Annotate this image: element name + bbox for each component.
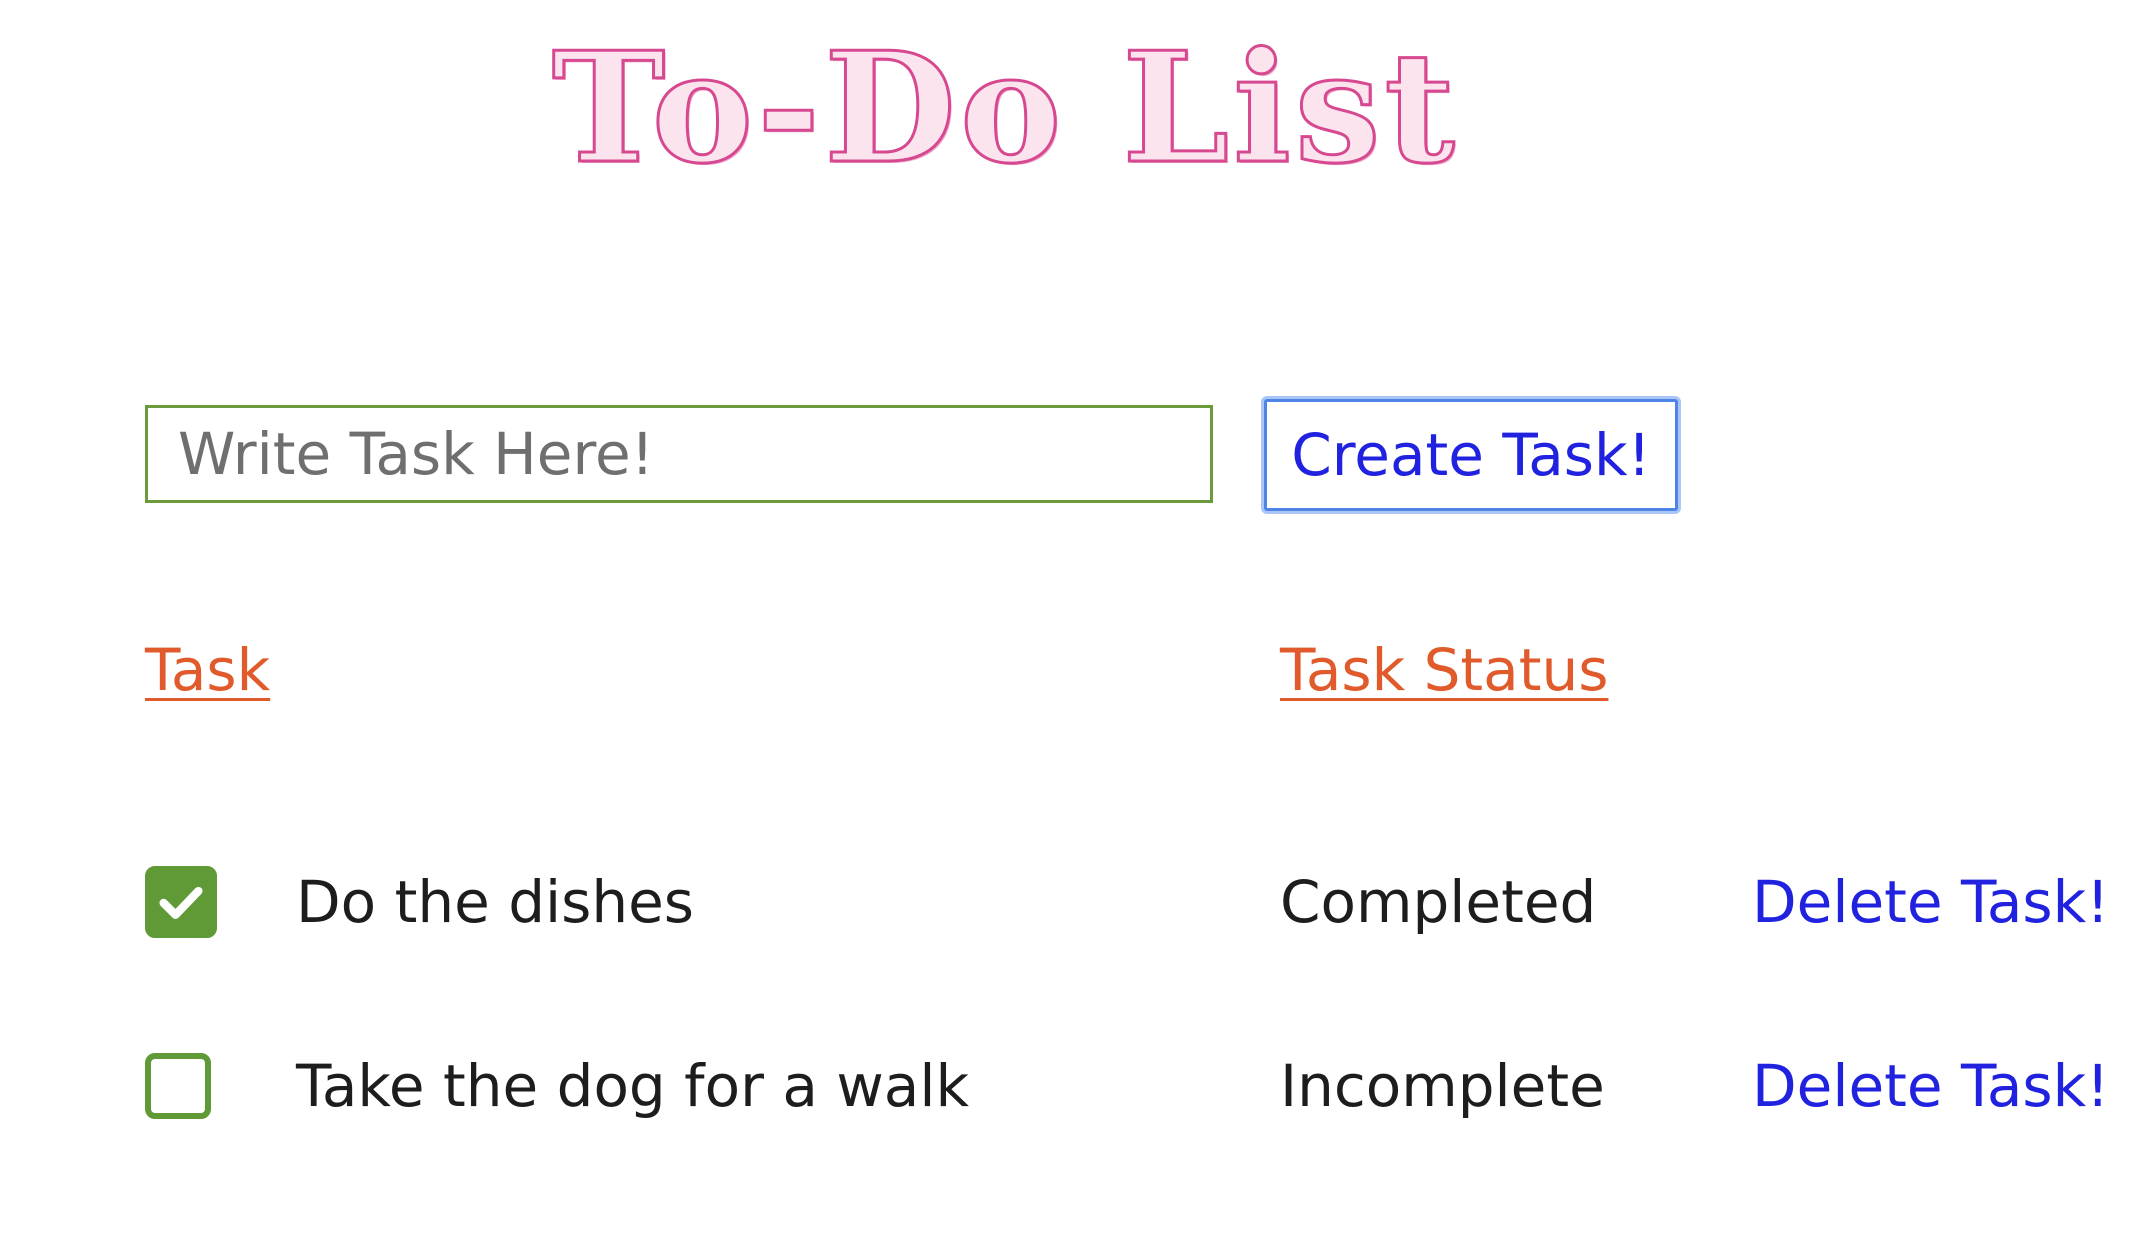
task-row: Do the dishes Completed Delete Task!: [0, 852, 2142, 952]
page-title: To-Do List: [551, 17, 1459, 199]
delete-task-link[interactable]: Delete Task!: [1752, 1050, 2109, 1122]
task-checkbox-checked[interactable]: [145, 866, 217, 938]
task-status: Incomplete: [1280, 1052, 1605, 1120]
task-status: Completed: [1280, 868, 1597, 936]
checkmark-icon: [159, 886, 203, 919]
task-row: Take the dog for a walk Incomplete Delet…: [0, 1036, 2142, 1136]
task-text: Do the dishes: [296, 868, 695, 936]
create-task-button[interactable]: Create Task!: [1264, 399, 1678, 511]
column-header-task[interactable]: Task: [145, 635, 270, 705]
column-header-task-status[interactable]: Task Status: [1280, 635, 1608, 705]
task-input[interactable]: [145, 405, 1213, 503]
task-text: Take the dog for a walk: [296, 1052, 970, 1120]
delete-task-link[interactable]: Delete Task!: [1752, 866, 2109, 938]
task-checkbox-unchecked[interactable]: [145, 1053, 211, 1119]
